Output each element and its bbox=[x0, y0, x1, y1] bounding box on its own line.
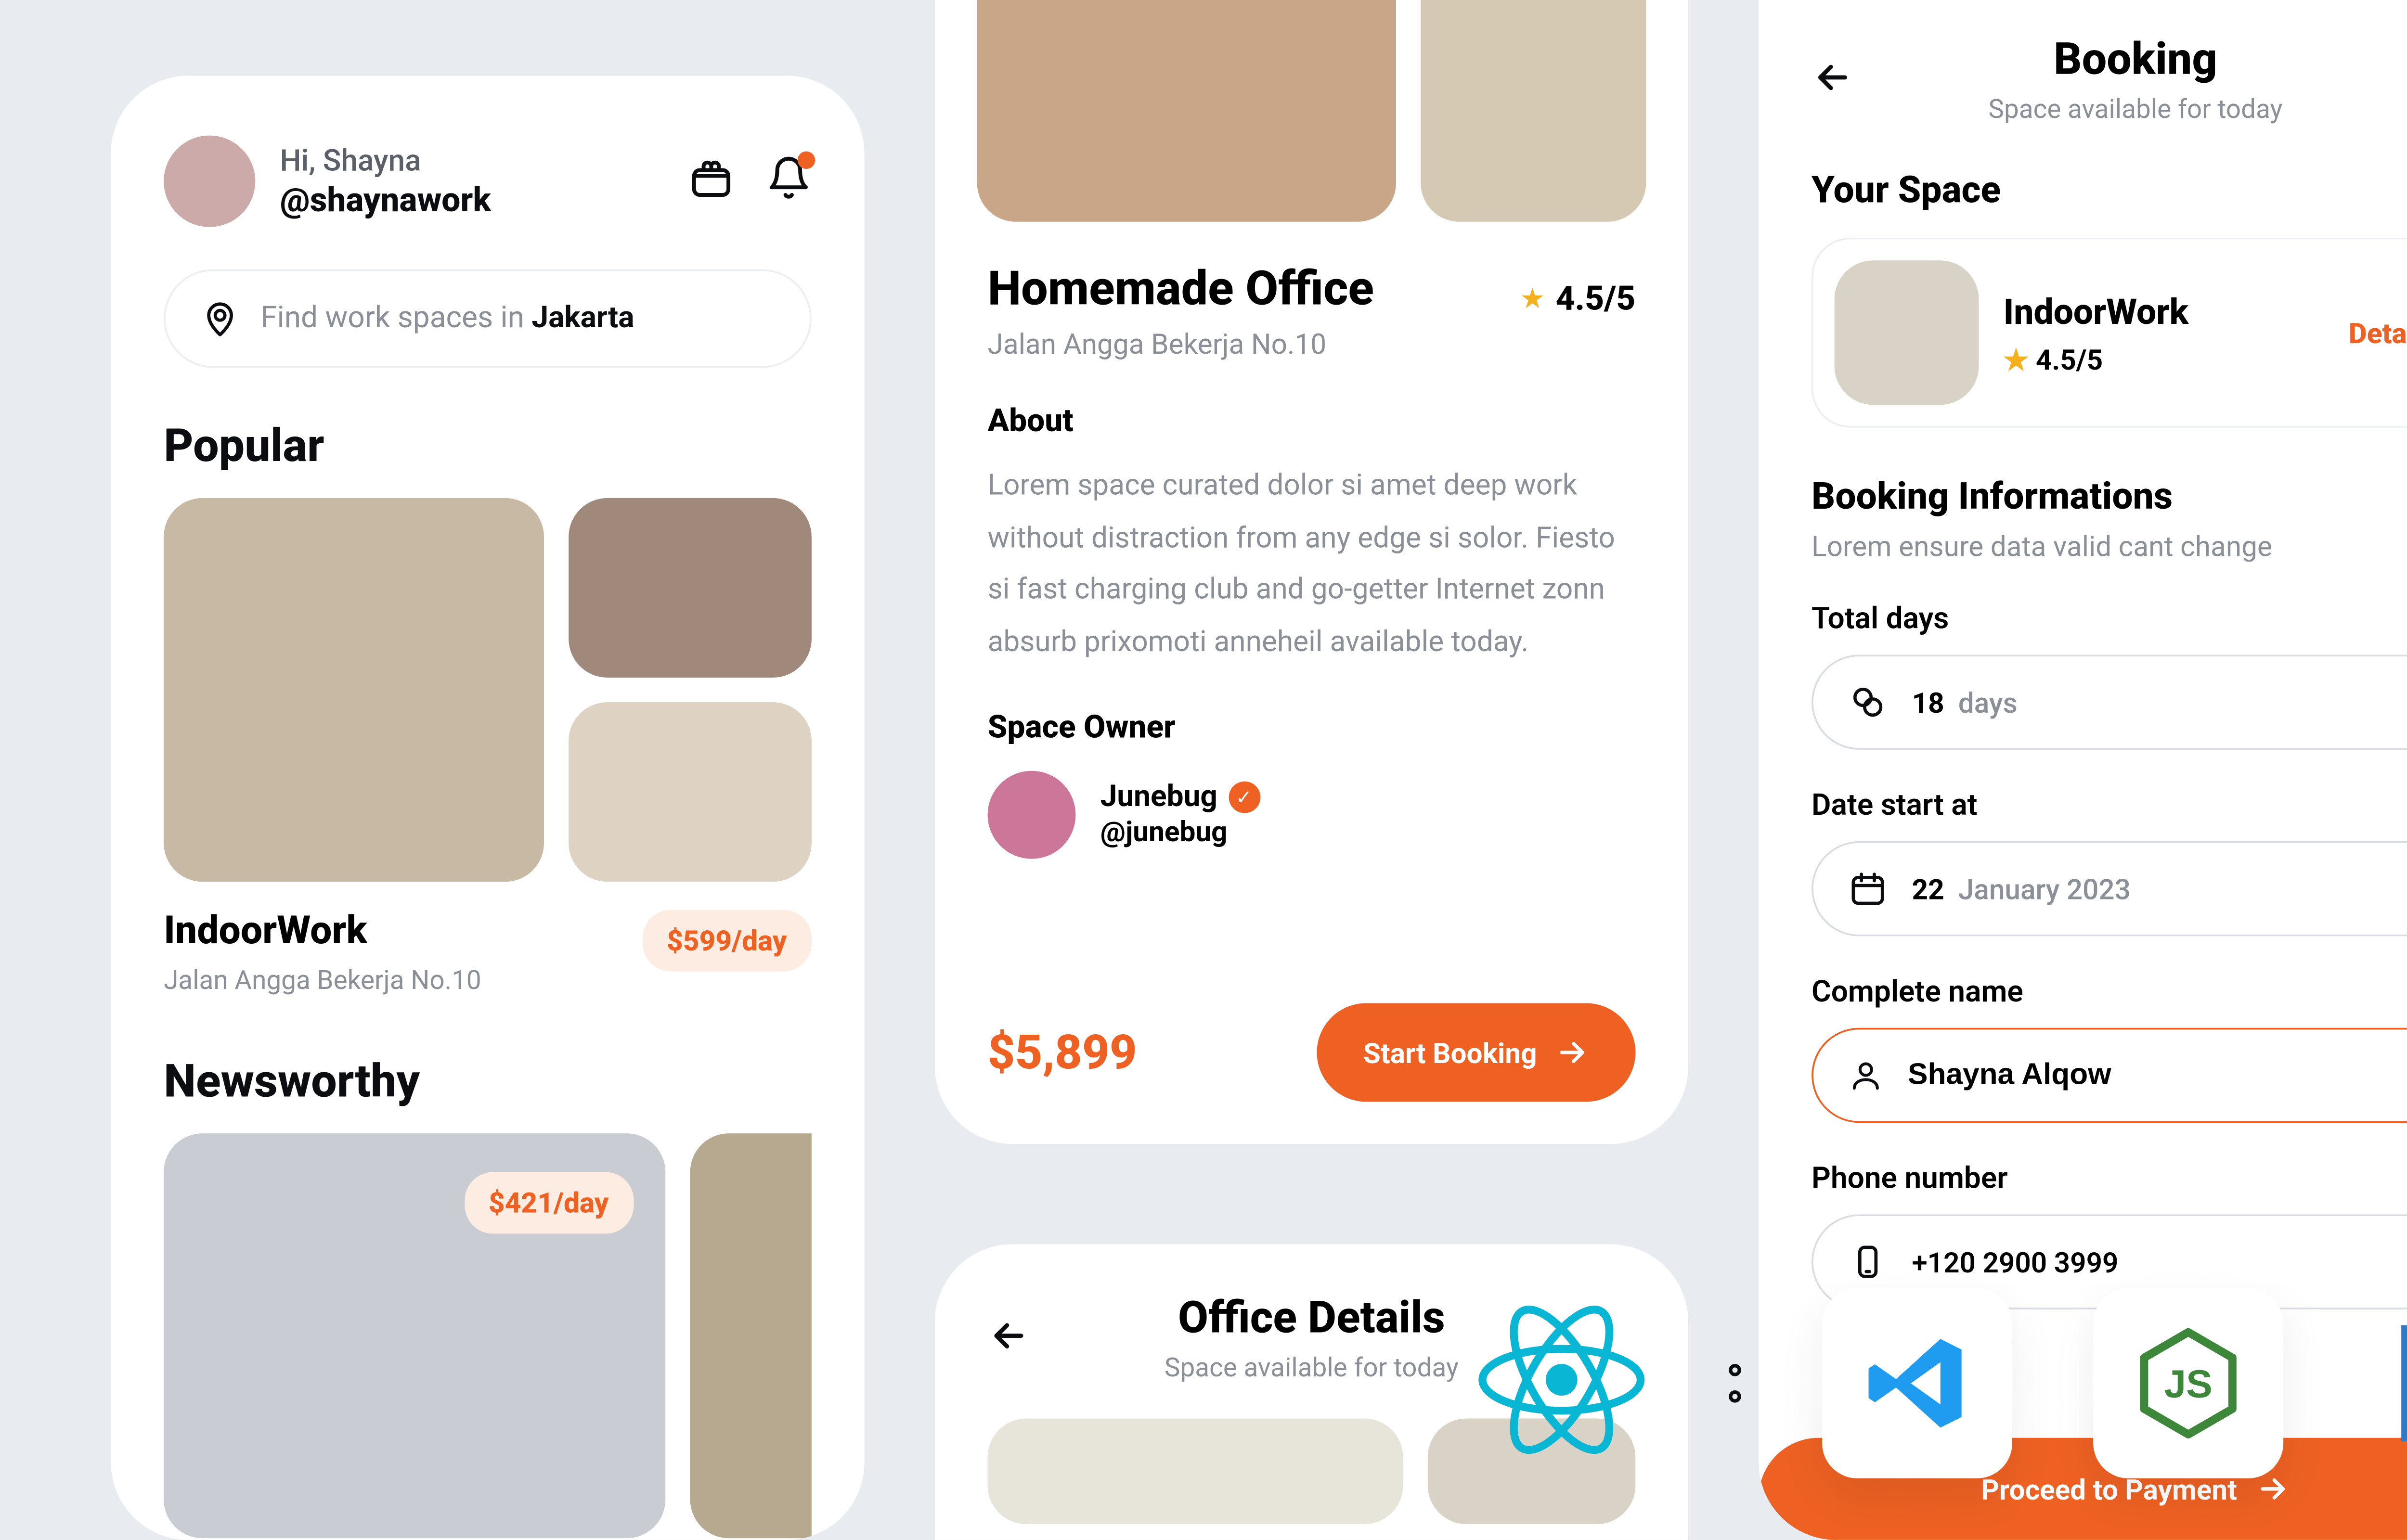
total-days-input[interactable]: 18 days bbox=[1812, 654, 2407, 749]
greeting-text: Hi, Shayna bbox=[280, 143, 491, 179]
phone-number-label: Phone number bbox=[1812, 1162, 2407, 1197]
about-text: Lorem space curated dolor si amet deep w… bbox=[988, 461, 1636, 670]
popular-heading: Popular bbox=[164, 421, 812, 474]
user-avatar[interactable] bbox=[164, 136, 255, 227]
arrow-left-icon bbox=[988, 1314, 1030, 1356]
popular-price-badge: $599/day bbox=[642, 910, 812, 972]
star-icon: ★ bbox=[2004, 342, 2029, 375]
about-heading: About bbox=[988, 403, 1636, 440]
booking-title: Booking bbox=[1857, 35, 2407, 86]
arrow-right-icon bbox=[1554, 1035, 1590, 1070]
complete-name-input[interactable] bbox=[1812, 1028, 2407, 1123]
home-screen: Hi, Shayna @shaynawork Find work spaces bbox=[111, 76, 864, 1540]
detail-hero-image-1[interactable] bbox=[977, 0, 1396, 222]
notification-bell-icon[interactable] bbox=[766, 155, 812, 208]
vscode-icon bbox=[1822, 1288, 2012, 1478]
detail-price: $5,899 bbox=[988, 1024, 1137, 1080]
booked-space-card: IndoorWork ★ 4.5/5 Details bbox=[1812, 238, 2407, 428]
react-icon bbox=[1475, 1294, 1648, 1473]
arrow-left-icon bbox=[1812, 55, 1854, 98]
owner-handle: @junebug bbox=[1100, 815, 1260, 848]
name-text-field[interactable] bbox=[1908, 1058, 2407, 1093]
svg-text:JS: JS bbox=[2164, 1362, 2212, 1406]
booked-space-name: IndoorWork bbox=[2004, 290, 2188, 332]
newsworthy-card-peek[interactable] bbox=[690, 1133, 812, 1538]
map-pin-icon bbox=[201, 299, 239, 338]
booking-info-heading: Booking Informations bbox=[1812, 477, 2407, 519]
nodejs-icon: JS bbox=[2093, 1288, 2283, 1478]
user-icon bbox=[1849, 1056, 1883, 1094]
newsworthy-heading: Newsworthy bbox=[164, 1056, 812, 1109]
tech-stack-badges: JS TS bbox=[1475, 1288, 2407, 1478]
rings-icon bbox=[1849, 683, 1887, 721]
complete-name-label: Complete name bbox=[1812, 975, 2407, 1010]
start-booking-button[interactable]: Start Booking bbox=[1318, 1003, 1636, 1102]
popular-space-address: Jalan Angga Bekerja No.10 bbox=[164, 964, 481, 996]
search-placeholder: Find work spaces in Jakarta bbox=[260, 301, 634, 336]
owner-heading: Space Owner bbox=[988, 709, 1636, 746]
verified-badge-icon: ✓ bbox=[1228, 782, 1260, 814]
detail-rating: ★ 4.5/5 bbox=[1520, 278, 1635, 319]
gift-icon[interactable] bbox=[688, 155, 734, 208]
phone-value: +120 2900 3999 bbox=[1912, 1245, 2119, 1278]
back-button[interactable] bbox=[988, 1314, 1034, 1363]
booking-subtitle: Space available for today bbox=[1857, 93, 2407, 125]
booking-info-text: Lorem ensure data valid cant change bbox=[1812, 530, 2407, 563]
more-menu-icon[interactable] bbox=[1729, 1364, 1741, 1402]
owner-name: Junebug bbox=[1100, 780, 1217, 815]
calendar-icon bbox=[1849, 870, 1887, 908]
back-button[interactable] bbox=[1812, 55, 1857, 104]
search-input[interactable]: Find work spaces in Jakarta bbox=[164, 270, 812, 368]
date-start-input[interactable]: 22 January 2023 bbox=[1812, 841, 2407, 936]
popular-image-small-2[interactable] bbox=[569, 702, 812, 882]
popular-space-name: IndoorWork bbox=[164, 910, 481, 954]
phone-device-icon bbox=[1849, 1243, 1887, 1281]
popular-image-large[interactable] bbox=[164, 498, 544, 882]
newsworthy-card[interactable]: $421/day bbox=[164, 1133, 665, 1538]
detail-hero-image-2[interactable] bbox=[1421, 0, 1646, 222]
peek-image-1[interactable] bbox=[988, 1419, 1403, 1524]
date-start-label: Date start at bbox=[1812, 788, 2407, 823]
total-days-label: Total days bbox=[1812, 602, 2407, 637]
star-icon: ★ bbox=[1520, 282, 1545, 315]
details-link[interactable]: Details bbox=[2349, 316, 2407, 349]
newsworthy-price-badge: $421/day bbox=[464, 1172, 634, 1234]
detail-screen: Homemade Office Jalan Angga Bekerja No.1… bbox=[935, 0, 1688, 1144]
user-handle: @shaynawork bbox=[280, 179, 491, 219]
popular-image-small-1[interactable] bbox=[569, 498, 812, 678]
detail-address: Jalan Angga Bekerja No.10 bbox=[988, 327, 1374, 360]
typescript-icon: TS bbox=[2364, 1288, 2407, 1478]
owner-avatar[interactable] bbox=[988, 770, 1076, 859]
booked-space-rating: 4.5/5 bbox=[2036, 342, 2103, 375]
detail-title: Homemade Office bbox=[988, 260, 1374, 317]
booked-space-thumb bbox=[1835, 260, 1979, 405]
your-space-heading: Your Space bbox=[1812, 171, 2407, 213]
